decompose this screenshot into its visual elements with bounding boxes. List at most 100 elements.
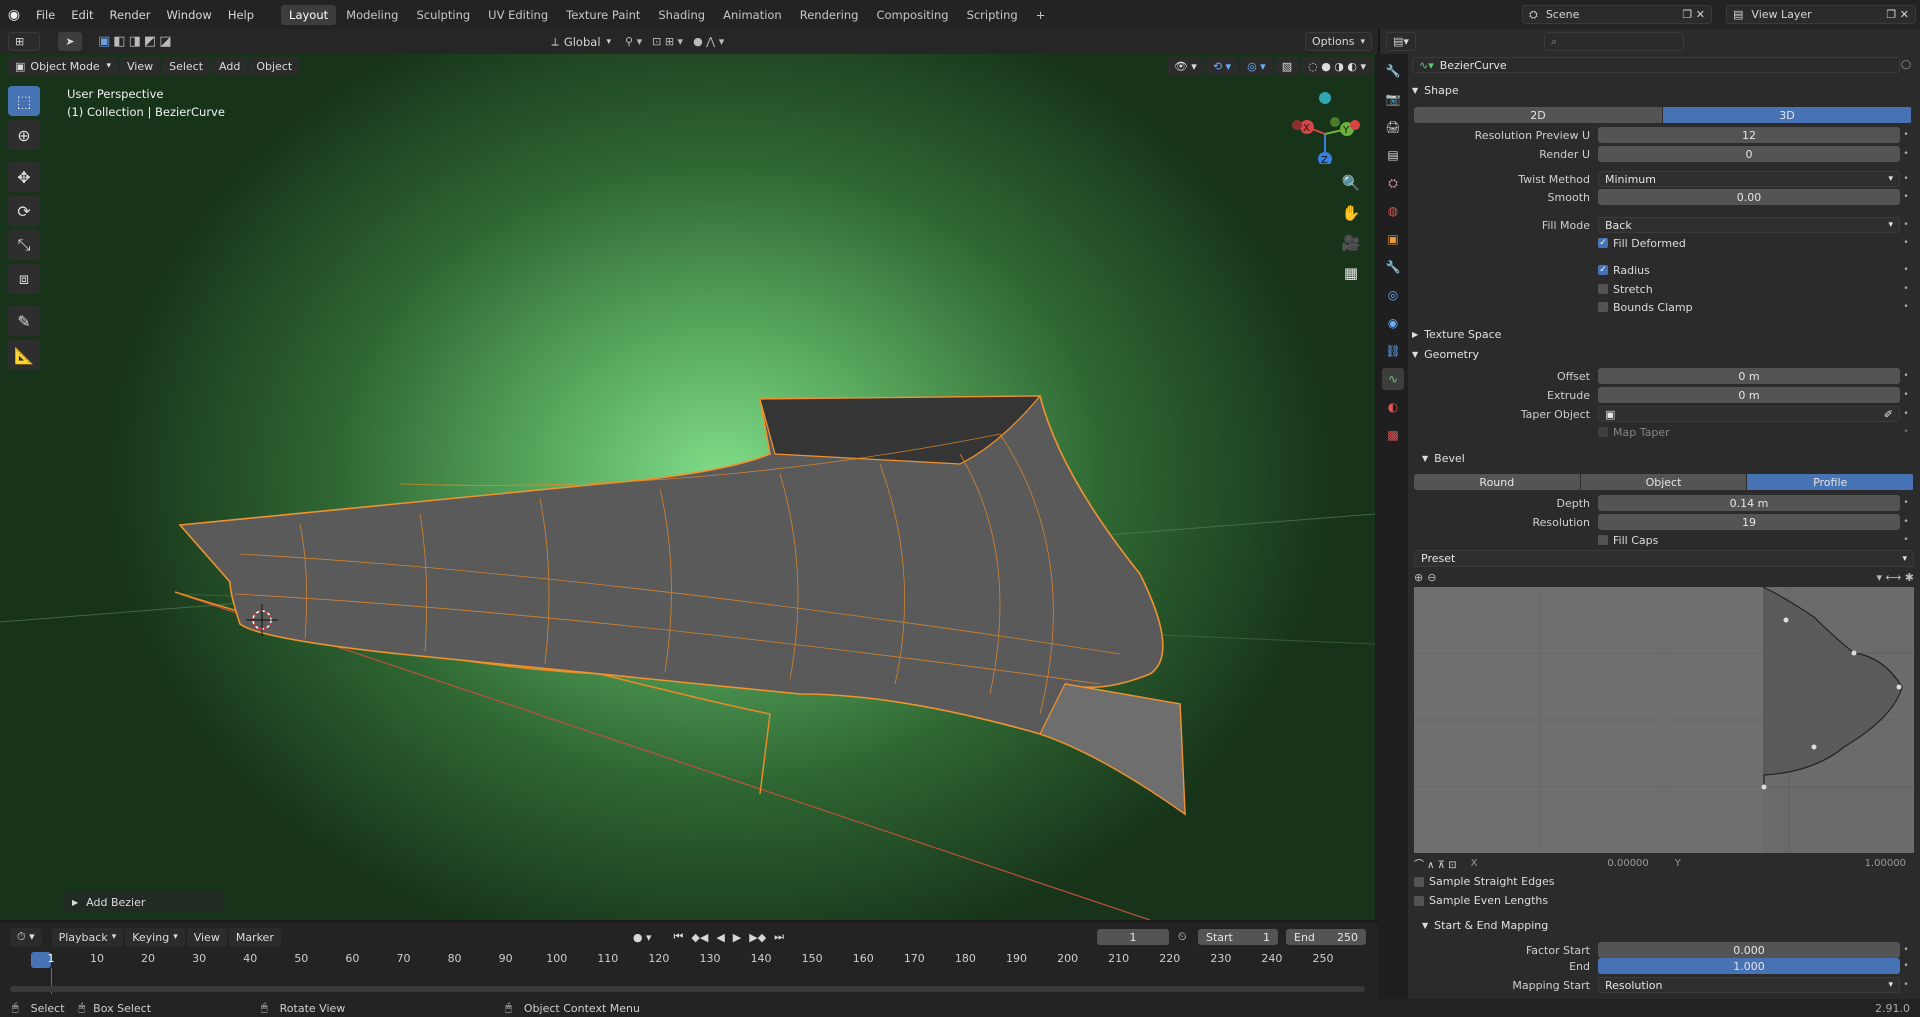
twist-method-select[interactable]: Minimum ▾ — [1598, 171, 1900, 187]
zoom-icon[interactable]: 🔍 — [1338, 170, 1364, 196]
keyframe-dot-icon[interactable]: • — [1900, 220, 1912, 230]
jump-start-icon[interactable]: ⏮ — [673, 930, 683, 944]
properties-search[interactable]: ⌕ — [1544, 32, 1684, 51]
menu-add[interactable]: Add — [212, 56, 248, 76]
view-layer-copy-icon[interactable]: ❐ ✕ — [1886, 8, 1909, 21]
menu-window[interactable]: Window — [158, 8, 219, 22]
3d-viewport[interactable]: ▣ Object Mode ▾ View Select Add Object 👁 ▾… — [0, 54, 1375, 920]
select-intersect-icon[interactable]: ◪ — [159, 34, 171, 49]
tab-modeling[interactable]: Modeling — [338, 5, 406, 25]
mapping-start-select[interactable]: Resolution ▾ — [1598, 977, 1900, 993]
resolution-preview-field[interactable]: 12 — [1598, 127, 1900, 143]
tool-measure[interactable]: 📐 — [8, 340, 40, 370]
snap-magnet-icon[interactable]: ⊡ ⊞ ▾ — [652, 35, 683, 48]
constraints-tab-icon[interactable]: ⛓ — [1382, 340, 1404, 362]
keyframe-dot-icon[interactable]: • — [1900, 130, 1912, 140]
pivot-icon[interactable]: ⚲ ▾ — [625, 35, 642, 48]
factor-end-field[interactable]: 1.000 — [1598, 958, 1900, 974]
keyframe-dot-icon[interactable]: • — [1900, 302, 1912, 312]
tab-layout[interactable]: Layout — [281, 4, 337, 25]
fill-caps-checkbox[interactable]: Fill Caps — [1598, 534, 1900, 547]
modifier-tab-icon[interactable]: 🔧 — [1382, 256, 1404, 278]
keyframe-dot-icon[interactable]: • — [1900, 498, 1912, 508]
select-extend-icon[interactable]: ◧ — [113, 34, 125, 49]
keyframe-dot-icon[interactable]: • — [1900, 149, 1912, 159]
bevel-profile-button[interactable]: Profile — [1747, 474, 1914, 490]
gizmo-x-label[interactable]: X — [1303, 123, 1310, 134]
scene-copy-icon[interactable]: ❐ ✕ — [1682, 8, 1705, 21]
tool-rotate[interactable]: ⟳ — [8, 196, 40, 226]
keyframe-dot-icon[interactable]: • — [1900, 284, 1912, 294]
curve-options-icon[interactable]: ▾ ⟷ ✱ — [1876, 571, 1914, 584]
taper-object-field[interactable]: ▣ ✐ — [1598, 406, 1900, 422]
timeline-scrollbar[interactable] — [10, 986, 1365, 992]
current-frame-field[interactable]: 1 — [1097, 929, 1169, 945]
grid-view-icon[interactable]: ▦ — [1338, 260, 1364, 286]
scene-tab-icon[interactable]: ⛭ — [1382, 172, 1404, 194]
mode-selector[interactable]: ▣ Object Mode ▾ — [8, 56, 118, 76]
xray-toggle-icon[interactable]: ▧ — [1274, 56, 1300, 76]
menu-file[interactable]: File — [28, 8, 63, 22]
radius-checkbox[interactable]: ✓ Radius — [1598, 264, 1900, 277]
offset-field[interactable]: 0 m — [1598, 368, 1900, 384]
editor-type-button[interactable]: ⊞ — [8, 32, 40, 51]
gizmo-toggle-icon[interactable]: ⟲ ▾ — [1205, 56, 1239, 76]
texture-space-panel-header[interactable]: ▶ Texture Space — [1412, 325, 1912, 343]
tool-select-box[interactable]: ⬚ — [8, 86, 40, 116]
gizmo-z-label[interactable]: Z — [1321, 155, 1328, 164]
overlay-toggle-icon[interactable]: ◎ ▾ — [1240, 56, 1273, 76]
visibility-icon[interactable]: 👁 ▾ — [1166, 56, 1204, 76]
jump-end-icon[interactable]: ⏭ — [774, 930, 784, 944]
tool-move[interactable]: ✥ — [8, 162, 40, 192]
tool-annotate[interactable]: ✎ — [8, 306, 40, 336]
sample-even-checkbox[interactable]: Sample Even Lengths — [1414, 894, 1548, 907]
smooth-field[interactable]: 0.00 — [1598, 189, 1900, 205]
start-frame-field[interactable]: Start 1 — [1198, 929, 1278, 945]
options-button[interactable]: Options ▾ — [1305, 32, 1372, 51]
shape-panel-header[interactable]: ▼ Shape — [1412, 81, 1912, 99]
factor-start-field[interactable]: 0.000 — [1598, 942, 1900, 958]
next-keyframe-icon[interactable]: ▶◆ — [749, 931, 766, 944]
render-u-field[interactable]: 0 — [1598, 146, 1900, 162]
keyframe-dot-icon[interactable]: • — [1900, 174, 1912, 184]
tab-rendering[interactable]: Rendering — [792, 5, 867, 25]
view-layer-tab-icon[interactable]: ▤ — [1382, 144, 1404, 166]
map-taper-checkbox[interactable]: Map Taper — [1598, 426, 1900, 439]
handle-type-icons[interactable]: ⌒ ∧ ⊼ ⊡ — [1414, 856, 1457, 871]
tool-scale[interactable]: ⤡ — [8, 230, 40, 260]
profile-curve-widget[interactable] — [1414, 587, 1914, 853]
mapping-panel-header[interactable]: ▼ Start & End Mapping — [1422, 916, 1920, 934]
output-tab-icon[interactable]: 🖨 — [1382, 116, 1404, 138]
dim-2d-button[interactable]: 2D — [1414, 107, 1663, 123]
view-top-dot[interactable] — [1319, 92, 1331, 104]
preset-select[interactable]: Preset ▾ — [1414, 550, 1914, 567]
select-subtract-icon[interactable]: ◨ — [129, 34, 141, 49]
depth-field[interactable]: 0.14 m — [1598, 495, 1900, 511]
gizmo-y-label[interactable]: Y — [1342, 125, 1350, 136]
bounds-clamp-checkbox[interactable]: Bounds Clamp — [1598, 301, 1900, 314]
record-icon[interactable]: ● ▾ — [633, 931, 652, 944]
select-tool-icon[interactable]: ➤ — [58, 32, 82, 51]
keyframe-dot-icon[interactable]: • — [1900, 192, 1912, 202]
render-tab-icon[interactable]: 📷 — [1382, 88, 1404, 110]
operator-panel[interactable]: ▶ Add Bezier — [64, 892, 224, 912]
menu-edit[interactable]: Edit — [63, 8, 101, 22]
keyframe-dot-icon[interactable]: • — [1900, 980, 1912, 990]
camera-icon[interactable]: 🎥 — [1338, 230, 1364, 256]
keyframe-dot-icon[interactable]: • — [1900, 409, 1912, 419]
play-reverse-icon[interactable]: ◀ — [716, 931, 724, 944]
keyframe-dot-icon[interactable]: • — [1900, 535, 1912, 545]
timer-icon[interactable]: ⏲ — [1178, 930, 1187, 944]
zoom-out-icon[interactable]: ⊖ — [1427, 571, 1436, 584]
tab-uv-editing[interactable]: UV Editing — [480, 5, 556, 25]
keyframe-dot-icon[interactable]: • — [1900, 961, 1912, 971]
tool-cursor[interactable]: ⊕ — [8, 120, 40, 150]
blender-logo-icon[interactable]: ◉ — [0, 7, 28, 23]
bevel-surface[interactable] — [178, 395, 1186, 816]
pan-hand-icon[interactable]: ✋ — [1338, 200, 1364, 226]
bevel-round-button[interactable]: Round — [1414, 474, 1581, 490]
fill-deformed-checkbox[interactable]: ✓ Fill Deformed — [1598, 237, 1900, 250]
transform-orientation[interactable]: ⟂ Global ▾ — [551, 35, 611, 49]
tab-texture-paint[interactable]: Texture Paint — [558, 5, 648, 25]
navigation-gizmo[interactable]: X Y Z — [1285, 84, 1365, 164]
